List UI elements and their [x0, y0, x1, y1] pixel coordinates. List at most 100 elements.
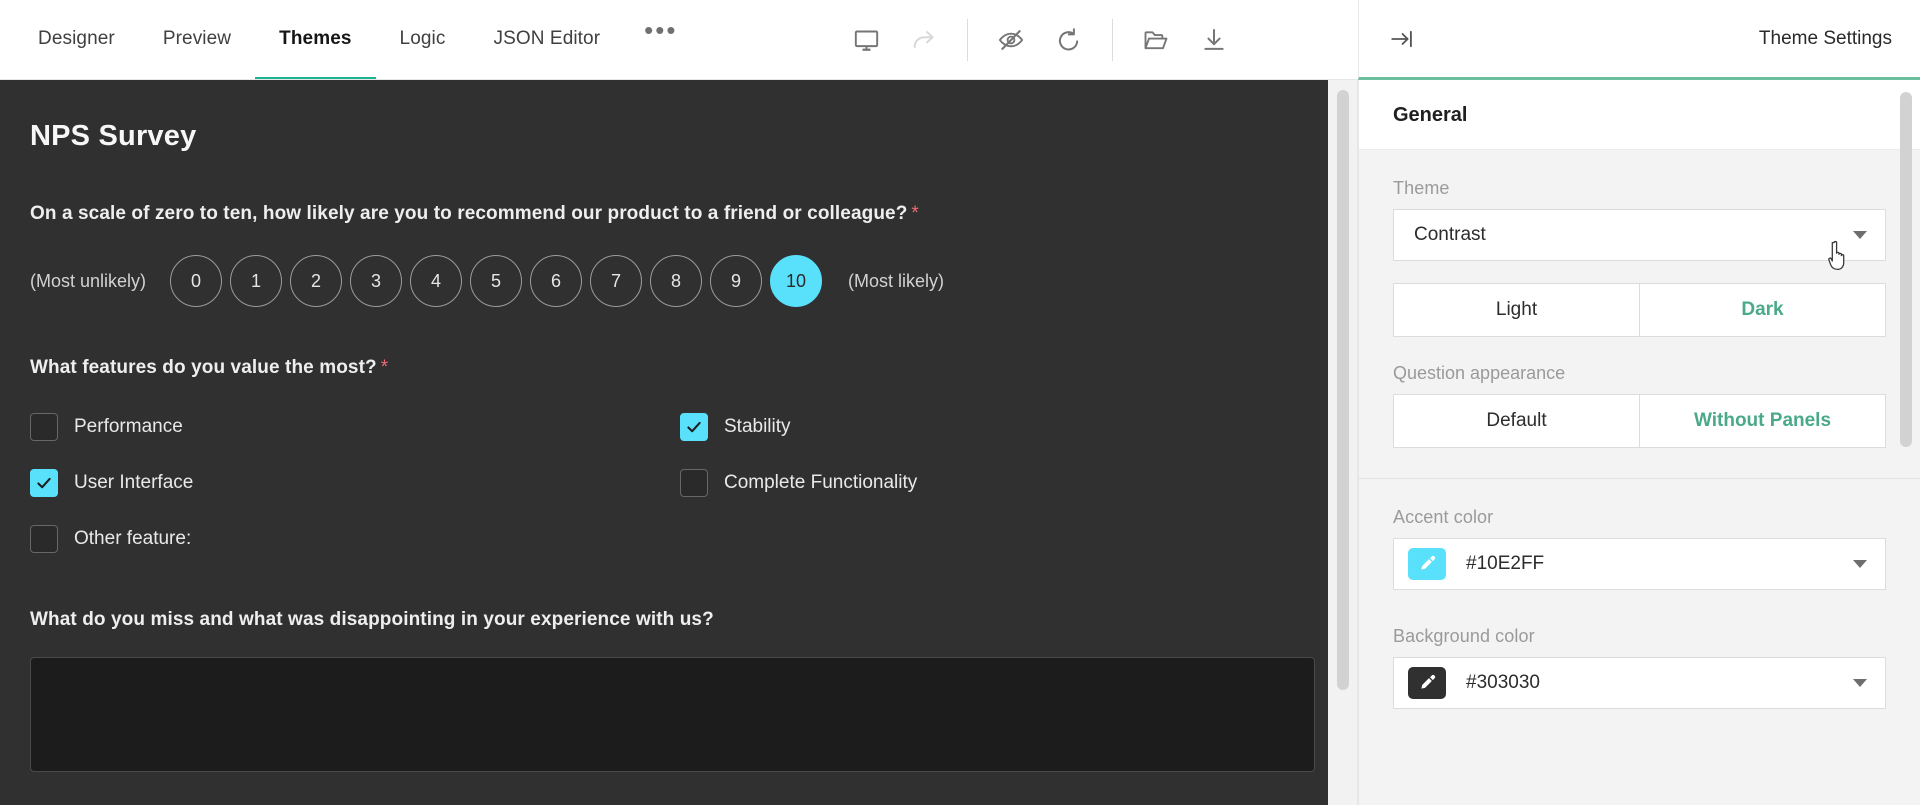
background-color-swatch [1408, 667, 1446, 699]
accent-color-value: #10E2FF [1466, 553, 1545, 574]
question-nps: On a scale of zero to ten, how likely ar… [30, 203, 1328, 307]
checkbox-stability[interactable]: Stability [680, 413, 1328, 441]
tab-logic[interactable]: Logic [376, 0, 470, 80]
tab-themes-label: Themes [279, 27, 352, 49]
panel-scrollbar-thumb[interactable] [1900, 92, 1912, 447]
top-bar-left: Designer Preview Themes Logic JSON Edito… [0, 0, 1358, 80]
chevron-down-icon [1853, 679, 1867, 687]
checkbox-user-interface[interactable]: User Interface [30, 469, 680, 497]
check-icon [687, 421, 701, 433]
accent-color-label: Accent color [1393, 507, 1494, 527]
checkbox-performance[interactable]: Performance [30, 413, 680, 441]
checkbox-label: Performance [74, 416, 183, 437]
download-button[interactable] [1185, 11, 1243, 69]
chevron-down-icon [1853, 560, 1867, 568]
checkbox-label: Other feature: [74, 528, 192, 549]
accent-color-swatch [1408, 548, 1446, 580]
nps-item-2[interactable]: 2 [290, 255, 343, 307]
checkbox-box [680, 413, 708, 441]
background-color-picker[interactable]: #303030 [1393, 657, 1886, 709]
section-general-title: General [1359, 80, 1920, 150]
checkbox-box [680, 469, 708, 497]
reset-icon [1059, 28, 1079, 51]
checkbox-label: Complete Functionality [724, 472, 918, 493]
panel-title: Theme Settings [1758, 27, 1892, 49]
theme-editor-app: Designer Preview Themes Logic JSON Edito… [0, 0, 1920, 805]
tab-overflow-label: ••• [644, 15, 678, 45]
theme-select-value: Contrast [1414, 224, 1486, 245]
theme-mode-dark[interactable]: Dark [1639, 284, 1885, 336]
accent-color-picker[interactable]: #10E2FF [1393, 538, 1886, 590]
tab-preview-label: Preview [162, 27, 232, 49]
question-features-title: What features do you value the most? * [30, 357, 1328, 379]
theme-settings-panel: General Theme Contrast Light Dark Questi… [1358, 80, 1920, 805]
collapse-panel-button[interactable] [1385, 22, 1419, 56]
open-file-button[interactable] [1127, 11, 1185, 69]
toolbar-divider-2 [1112, 19, 1114, 61]
device-preview-icon [854, 30, 879, 51]
question-appearance-default[interactable]: Default [1394, 395, 1639, 447]
question-appearance-toggle-group: Default Without Panels [1393, 394, 1886, 448]
canvas-scrollbar-thumb[interactable] [1337, 90, 1349, 690]
nps-max-label: (Most likely) [848, 270, 945, 291]
checkbox-box [30, 413, 58, 441]
background-color-value: #303030 [1466, 672, 1540, 693]
eyedropper-icon [1421, 555, 1436, 570]
eyedropper-icon [1421, 674, 1436, 689]
nps-item-6[interactable]: 6 [530, 255, 583, 307]
nps-rating-items: 0 1 2 3 4 5 6 7 8 9 10 [170, 255, 823, 307]
checkbox-box [30, 525, 58, 553]
tab-bar: Designer Preview Themes Logic JSON Edito… [0, 0, 697, 80]
reset-button[interactable] [1040, 11, 1098, 69]
nps-item-10[interactable]: 10 [770, 255, 823, 307]
panel-scrollbar[interactable] [1892, 80, 1920, 805]
nps-item-3[interactable]: 3 [350, 255, 403, 307]
tab-themes[interactable]: Themes [255, 0, 376, 80]
theme-settings-header: Theme Settings [1358, 0, 1920, 80]
chevron-down-icon [1853, 231, 1867, 239]
colors-block: Accent color #10E2FF Background color #3… [1359, 478, 1920, 739]
nps-item-1[interactable]: 1 [230, 255, 283, 307]
tab-json-editor-label: JSON Editor [493, 27, 601, 49]
redo-button[interactable] [895, 11, 953, 69]
nps-item-4[interactable]: 4 [410, 255, 463, 307]
nps-item-7[interactable]: 7 [590, 255, 643, 307]
toolbar-divider-1 [967, 19, 969, 61]
required-marker: * [911, 203, 919, 224]
body: NPS Survey On a scale of zero to ten, ho… [0, 80, 1920, 805]
theme-mode-light[interactable]: Light [1394, 284, 1639, 336]
device-preview-button[interactable] [837, 11, 895, 69]
question-comment-title: What do you miss and what was disappoint… [30, 609, 714, 630]
question-appearance-label: Question appearance [1393, 363, 1566, 383]
question-comment: What do you miss and what was disappoint… [30, 609, 1328, 772]
toggle-invisible-elements-button[interactable] [982, 11, 1040, 69]
nps-min-label: (Most unlikely) [30, 270, 147, 291]
preview-hidden-icon [999, 30, 1024, 50]
nps-item-0[interactable]: 0 [170, 255, 223, 307]
checkbox-complete-functionality[interactable]: Complete Functionality [680, 469, 1328, 497]
theme-select[interactable]: Contrast [1393, 209, 1886, 261]
survey-canvas: NPS Survey On a scale of zero to ten, ho… [0, 80, 1328, 805]
tab-overflow-menu[interactable]: ••• [624, 0, 697, 80]
tab-preview[interactable]: Preview [139, 0, 255, 80]
question-features: What features do you value the most? * Pe… [30, 357, 1328, 553]
checkbox-label: Stability [724, 416, 791, 437]
nps-item-8[interactable]: 8 [650, 255, 703, 307]
canvas-scrollbar[interactable] [1328, 80, 1358, 805]
checkbox-box [30, 469, 58, 497]
nps-item-9[interactable]: 9 [710, 255, 763, 307]
check-icon [37, 477, 51, 489]
collapse-right-icon [1391, 30, 1412, 47]
tab-designer[interactable]: Designer [14, 0, 139, 80]
survey-title: NPS Survey [30, 120, 197, 152]
grid-spacer [680, 525, 1328, 553]
tab-json-editor[interactable]: JSON Editor [469, 0, 624, 80]
required-marker: * [380, 357, 389, 378]
redo-icon [914, 31, 935, 48]
download-icon [1204, 28, 1225, 50]
nps-item-5[interactable]: 5 [470, 255, 523, 307]
question-appearance-without-panels[interactable]: Without Panels [1639, 395, 1885, 447]
comment-textarea[interactable] [30, 657, 1315, 772]
question-nps-title: On a scale of zero to ten, how likely ar… [30, 203, 1328, 225]
checkbox-other-feature[interactable]: Other feature: [30, 525, 680, 553]
